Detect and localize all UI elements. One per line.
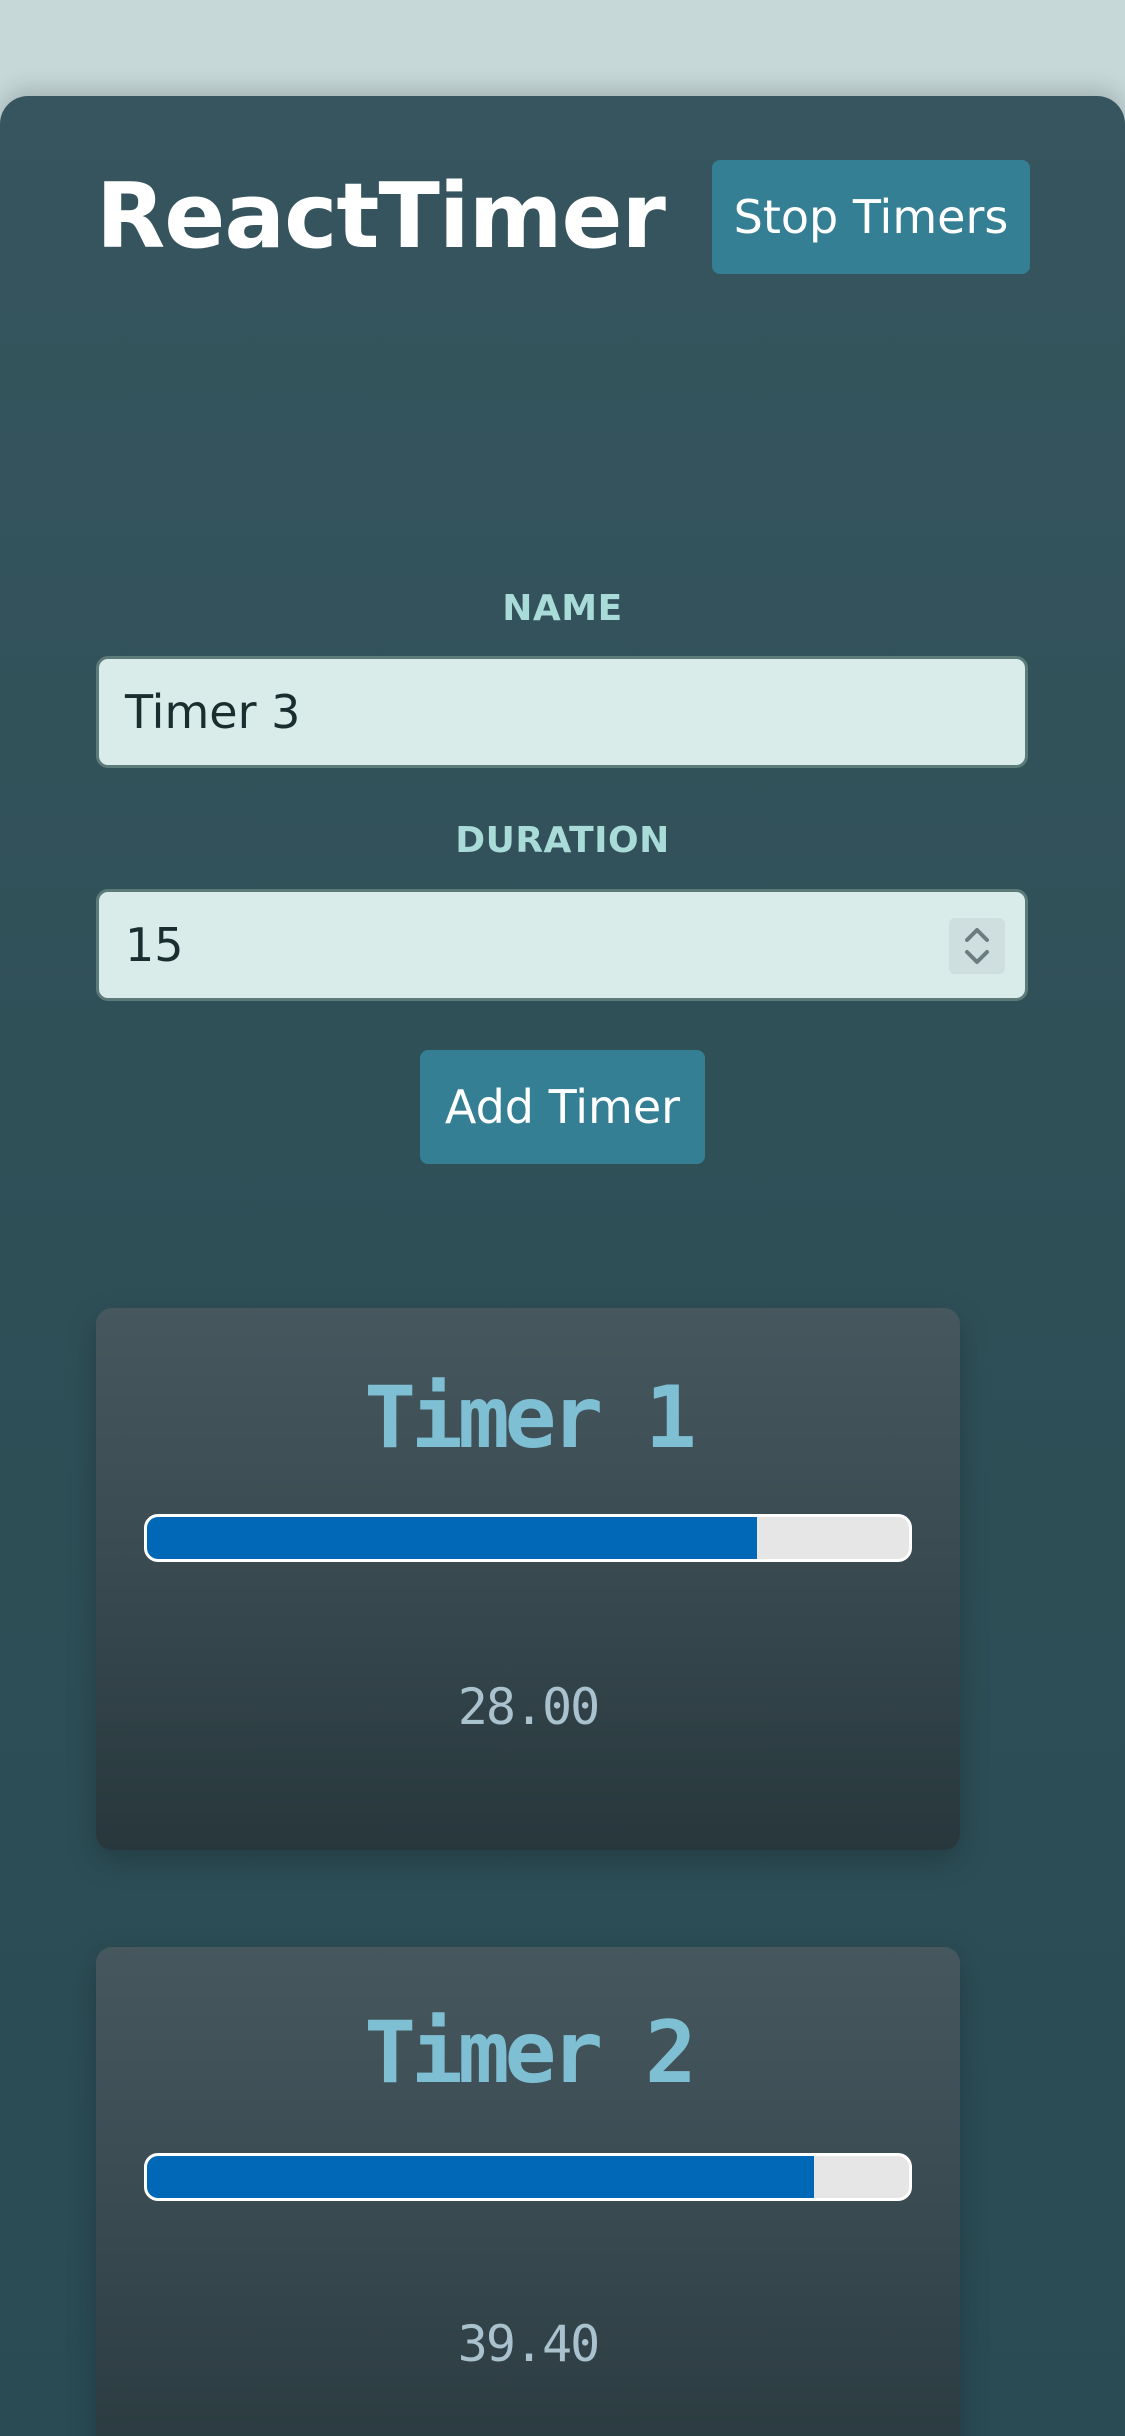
add-timer-button[interactable]: Add Timer [420,1050,705,1164]
header: ReactTimer Stop Timers [96,160,1030,274]
stop-timers-button[interactable]: Stop Timers [712,160,1030,274]
timer-name: Timer 2 [364,2003,696,2103]
app-title: ReactTimer [96,164,666,269]
timer-value: 39.40 [457,2315,601,2373]
name-label: NAME [502,588,623,629]
timer-progress-fill [147,2156,814,2198]
timer-progress-fill [147,1517,757,1559]
duration-label: DURATION [455,820,670,861]
timer-card-1: Timer 1 28.00 [96,1308,960,1850]
timer-progress-bar [144,2153,912,2201]
timer-name: Timer 1 [364,1368,696,1468]
duration-input[interactable]: 15 [96,889,1028,1001]
timer-value: 28.00 [457,1678,601,1736]
duration-value: 15 [125,918,184,972]
name-input[interactable]: Timer 3 [96,656,1028,768]
timer-card-2: Timer 2 39.40 [96,1947,960,2436]
timer-progress-bar [144,1514,912,1562]
number-stepper-icon[interactable] [949,918,1005,974]
